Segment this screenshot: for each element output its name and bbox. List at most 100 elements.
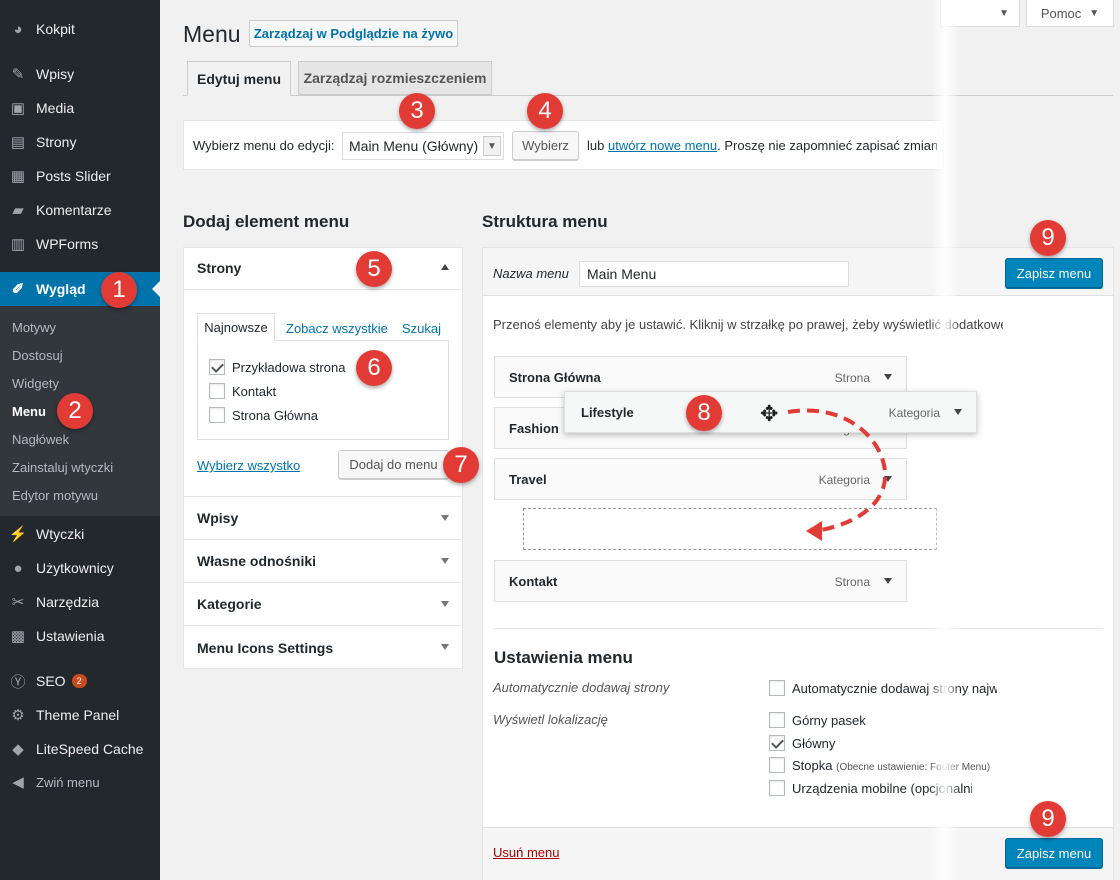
callout-9-bottom: 9 — [1030, 801, 1066, 837]
sidebar-item-media[interactable]: ▣ Media — [0, 91, 160, 125]
tab-edytuj-menu[interactable]: Edytuj menu — [187, 61, 291, 96]
chevron-down-icon[interactable] — [884, 578, 892, 584]
accordion-wpisy[interactable]: Wpisy — [183, 497, 463, 540]
screen-options-tab[interactable]: ▼ — [940, 0, 1020, 27]
page-label: Kontakt — [232, 384, 277, 399]
help-tab[interactable]: Pomoc ▼ — [1026, 0, 1114, 27]
menu-instructions: Przenoś elementy aby je ustawić. Kliknij… — [493, 317, 1003, 332]
settings-icon: ▩ — [10, 628, 26, 645]
location-checkbox-mobilne[interactable] — [769, 780, 785, 796]
auto-add-option: Automatycznie dodawaj strony najwyższego… — [792, 681, 997, 696]
sidebar-item-ustawienia[interactable]: ▩ Ustawienia — [0, 619, 160, 653]
select-all-link[interactable]: Wybierz wszystko — [197, 458, 300, 473]
chevron-down-icon: ▼ — [999, 7, 1009, 19]
comments-icon: ▰ — [12, 202, 24, 219]
location-checkbox-glowny[interactable] — [769, 735, 785, 751]
structure-heading: Struktura menu — [482, 212, 608, 231]
page-checkbox-przykladowa[interactable] — [209, 359, 225, 375]
sidebar-item-narzedzia[interactable]: ✂ Narzędzia — [0, 585, 160, 619]
manage-live-preview-button[interactable]: Zarządzaj w Podglądzie na żywo — [249, 20, 458, 47]
tabs-divider — [183, 95, 1113, 96]
page-label: Strona Główna — [232, 408, 318, 423]
sidebar-item-strony[interactable]: ▤ Strony — [0, 125, 160, 159]
drag-arrow-icon — [787, 408, 887, 541]
page-title: Menu — [183, 21, 241, 47]
appearance-icon: ✐ — [11, 281, 25, 298]
save-menu-button-top[interactable]: Zapisz menu — [1005, 258, 1103, 288]
location-checkbox-gorny-pasek[interactable] — [769, 712, 785, 728]
save-menu-button-bottom[interactable]: Zapisz menu — [1005, 838, 1103, 868]
submenu-naglowek[interactable]: Nagłówek — [12, 432, 69, 447]
subtab-szukaj[interactable]: Szukaj — [402, 321, 441, 336]
sidebar-item-wtyczki[interactable]: ⚡ Wtyczki — [0, 517, 160, 551]
callout-1: 1 — [101, 272, 137, 308]
users-icon: ● — [13, 559, 23, 577]
callout-7: 7 — [443, 447, 479, 483]
chevron-down-icon — [441, 558, 449, 564]
page-checkbox-strona-glowna[interactable] — [209, 407, 225, 423]
sidebar-item-wpforms[interactable]: ▥ WPForms — [0, 227, 160, 261]
menu-select[interactable]: Main Menu (Główny) ▼ — [342, 132, 504, 160]
sidebar-item-theme-panel[interactable]: ⚙ Theme Panel — [0, 698, 160, 732]
page-label: Przykładowa strona — [232, 360, 346, 375]
location-label: Urządzenia mobilne (opcjonalnie) — [792, 781, 972, 796]
plugins-icon: ⚡ — [8, 526, 28, 543]
subtab-najnowsze[interactable]: Najnowsze — [197, 313, 275, 341]
submenu-menu[interactable]: Menu — [12, 404, 46, 419]
sidebar-item-wpisy[interactable]: ✎ Wpisy — [0, 57, 160, 91]
chevron-down-icon[interactable] — [954, 409, 962, 415]
chevron-down-icon[interactable] — [884, 374, 892, 380]
menu-name-input[interactable] — [579, 261, 849, 287]
create-menu-text: lub utwórz nowe menu. Proszę nie zapomni… — [587, 138, 937, 153]
tools-icon: ✂ — [11, 594, 25, 611]
callout-6: 6 — [356, 350, 392, 386]
menu-name-label: Nazwa menu — [493, 266, 569, 281]
sidebar-item-posts-slider[interactable]: ▦ Posts Slider — [0, 159, 160, 193]
callout-2: 2 — [57, 393, 93, 429]
seo-count-badge: 2 — [71, 674, 87, 688]
accordion-strony[interactable]: Strony — [183, 247, 463, 290]
submenu-motywy[interactable]: Motywy — [12, 320, 56, 335]
accordion-kategorie[interactable]: Kategorie — [183, 583, 463, 626]
collapse-icon: ◀ — [12, 774, 24, 791]
callout-8: 8 — [686, 395, 722, 431]
menu-item-kontakt[interactable]: Kontakt Strona — [494, 560, 907, 602]
sidebar-item-kokpit[interactable]: ◕ Kokpit — [0, 12, 160, 46]
submenu-dostosuj[interactable]: Dostosuj — [12, 348, 63, 363]
callout-4: 4 — [527, 93, 563, 129]
submenu-zainstaluj-wtyczki[interactable]: Zainstaluj wtyczki — [12, 460, 113, 475]
auto-add-checkbox[interactable] — [769, 680, 785, 696]
select-menu-button[interactable]: Wybierz — [512, 131, 579, 160]
callout-9-top: 9 — [1030, 220, 1066, 256]
accordion-menu-icons-settings[interactable]: Menu Icons Settings — [183, 626, 463, 669]
delete-menu-link[interactable]: Usuń menu — [493, 845, 559, 860]
location-label-stopka: Stopka (Obecne ustawienie: Footer Menu) — [792, 758, 991, 773]
gear-icon: ⚙ — [11, 707, 25, 724]
sidebar-collapse[interactable]: ◀ Zwiń menu — [0, 765, 160, 799]
diamond-icon: ◆ — [12, 741, 24, 758]
chevron-down-icon — [441, 601, 449, 607]
divider — [493, 628, 1103, 629]
media-icon: ▣ — [10, 100, 26, 117]
create-new-menu-link[interactable]: utwórz nowe menu — [608, 138, 717, 153]
chevron-down-icon: ▼ — [1089, 7, 1100, 19]
add-items-heading: Dodaj element menu — [183, 212, 350, 231]
callout-3: 3 — [399, 93, 435, 129]
seo-icon: Ⓨ — [10, 673, 26, 691]
location-checkbox-stopka[interactable] — [769, 757, 785, 773]
sidebar-item-litespeed-cache[interactable]: ◆ LiteSpeed Cache — [0, 732, 160, 766]
submenu-edytor-motywu[interactable]: Edytor motywu — [12, 488, 98, 503]
sidebar-item-komentarze[interactable]: ▰ Komentarze — [0, 193, 160, 227]
add-to-menu-button[interactable]: Dodaj do menu — [338, 450, 449, 479]
page-checkbox-kontakt[interactable] — [209, 383, 225, 399]
slider-icon: ▦ — [10, 168, 26, 185]
tab-zarzadzaj-rozmieszczeniem[interactable]: Zarządzaj rozmieszczeniem — [298, 61, 492, 95]
submenu-widgety[interactable]: Widgety — [12, 376, 59, 391]
locations-label: Wyświetl lokalizację — [493, 712, 608, 727]
sidebar-item-uzytkownicy[interactable]: ● Użytkownicy — [0, 551, 160, 585]
sidebar-item-seo[interactable]: Ⓨ SEO 2 — [0, 664, 160, 698]
chevron-down-icon: ▼ — [483, 136, 501, 156]
forms-icon: ▥ — [10, 236, 26, 253]
subtab-zobacz-wszystkie[interactable]: Zobacz wszystkie — [286, 321, 388, 336]
accordion-wlasne-odnosniki[interactable]: Własne odnośniki — [183, 540, 463, 583]
